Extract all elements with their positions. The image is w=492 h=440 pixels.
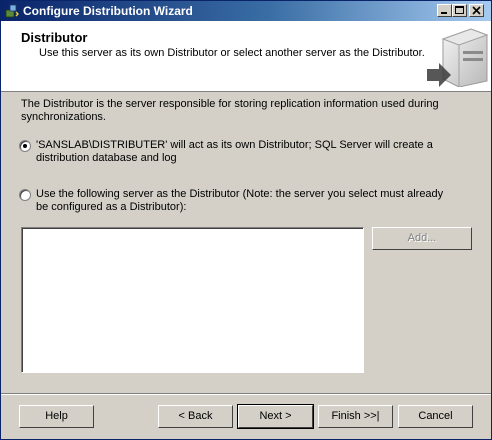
next-button[interactable]: Next > (237, 404, 314, 429)
close-button[interactable] (469, 4, 484, 17)
back-button[interactable]: < Back (158, 405, 233, 428)
page-subtitle: Use this server as its own Distributor o… (39, 47, 425, 59)
other-distributor-label[interactable]: Use the following server as the Distribu… (36, 188, 456, 214)
maximize-icon (455, 6, 464, 14)
add-button[interactable]: Add... (372, 227, 472, 250)
footer-separator (1, 393, 491, 395)
minimize-icon (441, 12, 447, 14)
server-graphic-icon (427, 28, 489, 87)
page-title: Distributor (21, 30, 88, 45)
title-bar[interactable]: Configure Distribution Wizard (1, 1, 491, 21)
close-icon (472, 6, 481, 15)
own-distributor-radio[interactable] (19, 140, 31, 152)
minimize-button[interactable] (437, 4, 452, 17)
help-button[interactable]: Help (19, 405, 94, 428)
wizard-header: Distributor Use this server as its own D… (1, 21, 491, 92)
distributor-server-list[interactable] (21, 227, 364, 373)
maximize-button[interactable] (452, 4, 467, 17)
own-distributor-label[interactable]: 'SANSLAB\DISTRIBUTER' will act as its ow… (36, 139, 456, 165)
other-distributor-radio[interactable] (19, 189, 31, 201)
cancel-button[interactable]: Cancel (398, 405, 473, 428)
wizard-window: Configure Distribution Wizard Distributo… (0, 0, 492, 440)
wizard-app-icon (5, 4, 19, 18)
window-title: Configure Distribution Wizard (23, 4, 193, 18)
finish-button[interactable]: Finish >>| (318, 405, 393, 428)
intro-text: The Distributor is the server responsibl… (21, 98, 439, 123)
